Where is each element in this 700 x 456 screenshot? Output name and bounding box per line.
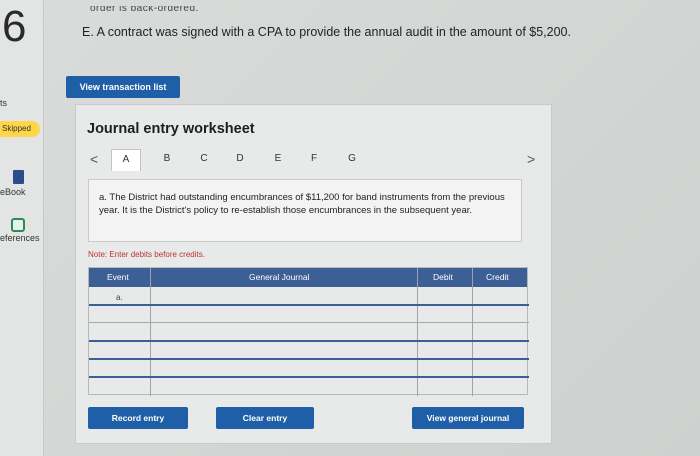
table-row[interactable]: [151, 323, 417, 340]
grid-header: Event General Journal Debit Credit: [89, 268, 527, 287]
column-header-debit: Debit: [433, 272, 453, 282]
question-statement: E. A contract was signed with a CPA to p…: [82, 25, 571, 39]
left-sidebar: 6 ts Skipped eBook eferences: [0, 0, 44, 456]
column-header-general-journal: General Journal: [249, 272, 310, 282]
column-header-event: Event: [107, 272, 129, 282]
view-general-journal-button[interactable]: View general journal: [412, 407, 524, 429]
table-row[interactable]: [151, 287, 417, 304]
skipped-badge[interactable]: Skipped: [0, 121, 40, 137]
transaction-tabs: < A B C D E F G >: [86, 149, 546, 171]
clear-entry-button[interactable]: Clear entry: [216, 407, 314, 429]
view-transaction-list-button[interactable]: View transaction list: [66, 76, 180, 98]
tab-c[interactable]: C: [196, 153, 212, 164]
table-row[interactable]: [151, 306, 417, 322]
worksheet-title: Journal entry worksheet: [87, 121, 255, 137]
references-icon[interactable]: [11, 218, 25, 232]
tab-e[interactable]: E: [270, 153, 286, 164]
transaction-description: a. The District had outstanding encumbra…: [88, 179, 522, 242]
question-number: 6: [2, 2, 27, 51]
journal-grid: Event General Journal Debit Credit a.: [88, 267, 529, 396]
prev-arrow-icon[interactable]: <: [90, 151, 98, 167]
sidebar-partial-label: ts: [0, 98, 8, 108]
table-row[interactable]: [151, 378, 417, 394]
tab-b[interactable]: B: [159, 153, 175, 164]
ebook-link[interactable]: eBook: [0, 187, 26, 197]
tab-a[interactable]: A: [111, 149, 141, 171]
references-link[interactable]: eferences: [0, 233, 40, 243]
tab-g[interactable]: G: [344, 153, 360, 164]
cutoff-text: order is back-ordered.: [90, 6, 199, 14]
record-entry-button[interactable]: Record entry: [88, 407, 188, 429]
table-row[interactable]: [151, 360, 417, 376]
tab-d[interactable]: D: [232, 153, 248, 164]
ebook-icon[interactable]: [13, 170, 24, 184]
column-header-credit: Credit: [486, 272, 509, 282]
next-arrow-icon[interactable]: >: [527, 151, 535, 167]
row-event-label: a.: [116, 293, 123, 302]
table-row[interactable]: [151, 342, 417, 358]
entry-note: Note: Enter debits before credits.: [88, 250, 205, 259]
journal-entry-worksheet: Journal entry worksheet < A B C D E F G …: [75, 104, 552, 444]
tab-f[interactable]: F: [306, 153, 322, 164]
